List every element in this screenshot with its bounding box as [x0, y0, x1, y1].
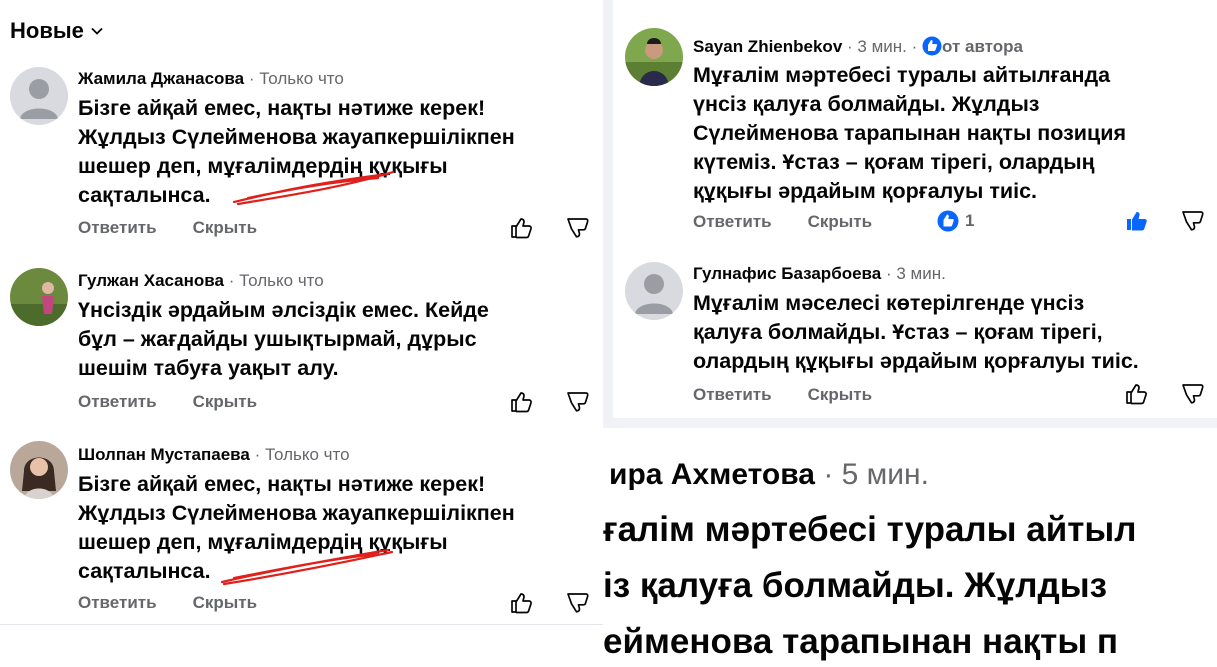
- avatar[interactable]: [10, 441, 68, 499]
- comment-text-line: ғалім мәртебесі туралы айтыл: [603, 510, 1137, 549]
- timestamp[interactable]: 5 мин.: [842, 458, 929, 491]
- thumbs-down-icon[interactable]: [565, 215, 591, 241]
- comment-meta: Шолпан Мустапаева · Только что: [78, 445, 350, 464]
- thumbs-up-filled-icon[interactable]: [1124, 208, 1150, 234]
- hide-button[interactable]: Скрыть: [808, 212, 872, 232]
- timestamp[interactable]: 3 мин.: [896, 264, 945, 283]
- reaction-count[interactable]: 1: [937, 210, 974, 232]
- default-avatar-icon: [20, 79, 58, 119]
- avatar[interactable]: [10, 268, 68, 326]
- hide-button[interactable]: Скрыть: [808, 385, 872, 405]
- timestamp[interactable]: Только что: [259, 69, 344, 88]
- red-scribble: [220, 548, 394, 586]
- comment-actions: Ответить Скрыть: [78, 218, 257, 238]
- thumbs-up-icon[interactable]: [1124, 381, 1150, 407]
- default-avatar-icon: [635, 274, 673, 314]
- comment-text: Мұғалім мәртебесі туралы айтылғанда үнсі…: [693, 63, 1126, 203]
- thumbs-down-icon[interactable]: [565, 389, 591, 415]
- reply-button[interactable]: Ответить: [78, 218, 157, 238]
- red-scribble: [232, 170, 395, 206]
- like-reaction-icon: [937, 210, 959, 232]
- comment-text-line: із қалуға болмайды. Жұлдыз: [603, 566, 1107, 605]
- profile-photo: [625, 28, 683, 86]
- timestamp[interactable]: Только что: [265, 445, 350, 464]
- author-name[interactable]: Жамила Джанасова: [78, 69, 244, 88]
- thumbs-down-icon[interactable]: [1180, 381, 1206, 407]
- comment-text: Үнсіздік әрдайым әлсіздік емес. Кейде бұ…: [78, 298, 489, 380]
- author-name[interactable]: Шолпан Мустапаева: [78, 445, 250, 464]
- comment-actions: Ответить Скрыть: [693, 385, 872, 405]
- comment-text: Мұғалім мәселесі көтерілгенде үнсіз қалу…: [693, 291, 1139, 373]
- hide-button[interactable]: Скрыть: [193, 218, 257, 238]
- author-name[interactable]: Sayan Zhienbekov: [693, 37, 842, 56]
- hide-button[interactable]: Скрыть: [193, 392, 257, 412]
- divider: [0, 624, 603, 667]
- reaction-count-value: 1: [965, 211, 975, 230]
- thumbs-up-icon[interactable]: [509, 215, 535, 241]
- author-badge-label: от автора: [941, 37, 1023, 56]
- comment-meta: Гулнафис Базарбоева · 3 мин.: [693, 264, 946, 283]
- sort-label: Новые: [10, 18, 84, 43]
- thumbs-down-icon[interactable]: [565, 590, 591, 616]
- author-name[interactable]: Гулнафис Базарбоева: [693, 264, 881, 283]
- chevron-down-icon: [91, 27, 103, 35]
- thumbs-up-icon[interactable]: [509, 389, 535, 415]
- thumbs-up-icon[interactable]: [509, 590, 535, 616]
- avatar[interactable]: [10, 67, 68, 125]
- comments-panel-left: Новые Жамила Джанасова · Только что Бізг…: [0, 0, 603, 667]
- timestamp[interactable]: 3 мин.: [857, 37, 906, 56]
- avatar[interactable]: [625, 262, 683, 320]
- sort-dropdown[interactable]: Новые: [10, 18, 104, 44]
- comment-meta: Sayan Zhienbekov · 3 мин. · от автора: [693, 36, 1023, 56]
- comment-meta: Гулжан Хасанова · Только что: [78, 271, 324, 290]
- reply-button[interactable]: Ответить: [693, 385, 772, 405]
- thumbs-down-icon[interactable]: [1180, 208, 1206, 234]
- reply-button[interactable]: Ответить: [78, 392, 157, 412]
- profile-photo: [10, 441, 68, 499]
- reply-button[interactable]: Ответить: [78, 593, 157, 613]
- comments-panel-right: Sayan Zhienbekov · 3 мин. · от автора Мұ…: [613, 0, 1217, 418]
- comment-actions: Ответить Скрыть: [78, 593, 257, 613]
- avatar[interactable]: [625, 28, 683, 86]
- author-badge-icon: [922, 36, 942, 56]
- reply-button[interactable]: Ответить: [693, 212, 772, 232]
- comment-actions: Ответить Скрыть: [693, 212, 872, 232]
- timestamp[interactable]: Только что: [239, 271, 324, 290]
- comment-meta: ира Ахметова · 5 мин.: [609, 458, 929, 491]
- author-name[interactable]: Гулжан Хасанова: [78, 271, 224, 290]
- comment-meta: Жамила Джанасова · Только что: [78, 69, 344, 88]
- zoomed-comment-panel: ира Ахметова · 5 мин. ғалім мәртебесі ту…: [603, 428, 1217, 667]
- comment-text-line: ейменова тарапынан нақты п: [603, 622, 1119, 661]
- hide-button[interactable]: Скрыть: [193, 593, 257, 613]
- author-name[interactable]: ира Ахметова: [609, 458, 815, 491]
- comment-actions: Ответить Скрыть: [78, 392, 257, 412]
- profile-photo: [10, 268, 68, 326]
